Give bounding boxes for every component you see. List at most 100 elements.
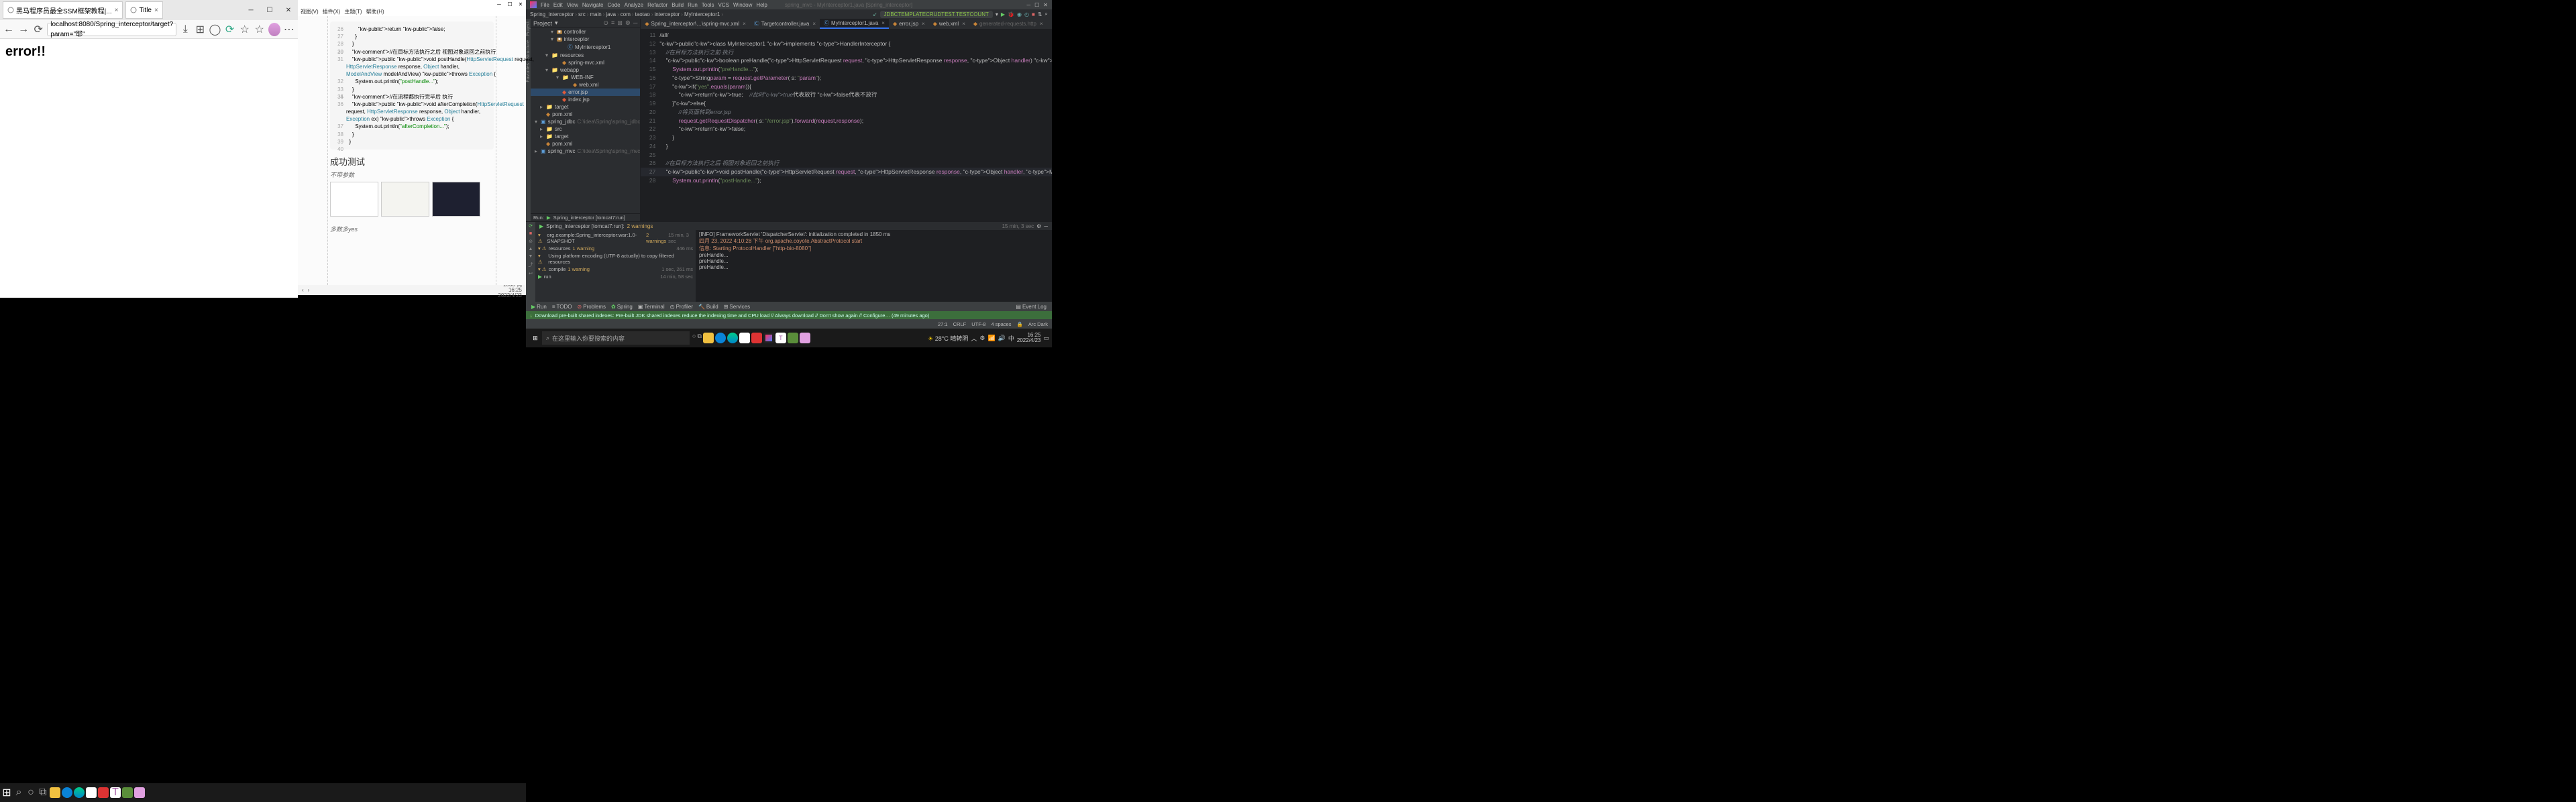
- profile-icon[interactable]: [268, 23, 280, 36]
- file-explorer-icon[interactable]: [703, 333, 714, 343]
- app-icon[interactable]: [763, 333, 774, 343]
- menu-item[interactable]: Build: [672, 2, 684, 8]
- menu-item[interactable]: File: [541, 2, 549, 8]
- line-sep[interactable]: CRLF: [953, 321, 967, 327]
- maximize-button[interactable]: ☐: [1034, 2, 1039, 8]
- star-icon[interactable]: ☆: [239, 23, 251, 36]
- tree-item[interactable]: ▸▣spring_mvc C:\idea\Spring\spring_mvc: [531, 148, 640, 155]
- tree-item[interactable]: ▾📁resources: [531, 52, 640, 59]
- back-button[interactable]: ←: [3, 23, 15, 36]
- notification-icon[interactable]: ▭: [1043, 335, 1049, 342]
- volume-icon[interactable]: 🔊: [998, 335, 1006, 342]
- app-icon[interactable]: [788, 333, 798, 343]
- favorites-stripe[interactable]: Favorites: [526, 63, 531, 82]
- next-icon[interactable]: ›: [308, 287, 310, 293]
- ime-icon[interactable]: 中: [1008, 334, 1014, 343]
- extension-icon[interactable]: ◯: [209, 23, 221, 36]
- menu-item[interactable]: 视图(V): [301, 8, 319, 16]
- expand-icon[interactable]: ⊞: [617, 19, 623, 27]
- word-document[interactable]: 26 "kw-public">return "kw-public">false;…: [298, 16, 526, 285]
- thumbnail[interactable]: [330, 182, 378, 217]
- app-icon[interactable]: T: [775, 333, 786, 343]
- close-icon[interactable]: ×: [154, 7, 158, 14]
- bc-item[interactable]: taotao: [635, 11, 650, 17]
- tree-item[interactable]: ▾■interceptor: [531, 36, 640, 43]
- hide-icon[interactable]: ─: [1044, 223, 1048, 229]
- stop-all-icon[interactable]: ⊘: [529, 239, 533, 244]
- weather-widget[interactable]: ☀ 28°C 晴转阴: [928, 334, 968, 343]
- file-explorer-icon[interactable]: [50, 787, 60, 798]
- minimize-button[interactable]: ─: [241, 3, 260, 17]
- editor-tab[interactable]: ◆web.xml×: [929, 19, 969, 29]
- gear-icon[interactable]: ⚙: [625, 19, 631, 27]
- menu-item[interactable]: Navigate: [582, 2, 604, 8]
- forward-button[interactable]: →: [17, 23, 30, 36]
- app-icon[interactable]: [122, 787, 133, 798]
- cursor-pos[interactable]: 27:1: [938, 321, 948, 327]
- bc-item[interactable]: interceptor: [654, 11, 680, 17]
- tree-item[interactable]: ▸📁target: [531, 133, 640, 140]
- chevron-up-icon[interactable]: ︿: [971, 334, 977, 343]
- tool-problems[interactable]: ⊘Problems: [577, 304, 606, 310]
- vcs-icon[interactable]: ⇅: [1038, 11, 1042, 17]
- taskview-icon[interactable]: ⧉: [38, 787, 48, 798]
- tool-spring[interactable]: ✿Spring: [611, 304, 633, 310]
- cortana-icon[interactable]: ○: [25, 787, 36, 798]
- code-editor[interactable]: 11/all/12"c-kw">public "c-kw">class MyIn…: [641, 30, 1052, 221]
- tree-item[interactable]: ▾📁WEB-INF: [531, 74, 640, 81]
- run-tree-row[interactable]: ▶run14 min, 58 sec: [537, 273, 694, 280]
- menu-item[interactable]: Tools: [702, 2, 714, 8]
- taskbar-search[interactable]: ⌕ 在这里输入你要搜索的内容: [542, 331, 690, 345]
- collapse-icon[interactable]: ≡: [611, 19, 614, 27]
- run-tab-label[interactable]: Spring_interceptor [tomcat7:run]: [553, 215, 625, 221]
- menu-item[interactable]: 插件(X): [323, 8, 341, 16]
- up-icon[interactable]: ▲: [529, 247, 533, 251]
- project-stripe[interactable]: Project: [526, 21, 531, 36]
- tray-icon[interactable]: ⚙: [979, 335, 985, 342]
- rerun-button[interactable]: ⟳: [529, 223, 533, 229]
- editor-tab[interactable]: ◆generated-requests.http×: [969, 19, 1047, 29]
- tree-body[interactable]: ▾■controller▾■interceptorⒸMyInterceptor1…: [531, 28, 640, 213]
- edge-icon[interactable]: [727, 333, 738, 343]
- tool-run[interactable]: ▶Run: [531, 304, 547, 310]
- menu-icon[interactable]: ⋯: [283, 23, 295, 36]
- menu-item[interactable]: Analyze: [625, 2, 643, 8]
- dropdown-icon[interactable]: ▾: [555, 19, 558, 27]
- run-tree[interactable]: ▾ ⚠org.example:Spring_interceptor:war:1.…: [535, 230, 696, 302]
- edge-icon[interactable]: [74, 787, 85, 798]
- notification-bar[interactable]: ↓ Download pre-built shared indexes: Pre…: [526, 311, 1052, 319]
- menu-item[interactable]: Refactor: [647, 2, 667, 8]
- stop-button[interactable]: ■: [1032, 11, 1035, 17]
- tree-item[interactable]: ◆web.xml: [531, 81, 640, 89]
- tree-item[interactable]: ◆index.jsp: [531, 96, 640, 103]
- menu-item[interactable]: Window: [733, 2, 752, 8]
- editor-tab[interactable]: ◆Spring_interceptor\…\spring-mvc.xml×: [641, 19, 749, 29]
- close-icon[interactable]: ×: [115, 7, 119, 14]
- menu-item[interactable]: Code: [607, 2, 620, 8]
- lock-icon[interactable]: 🔒: [1016, 321, 1022, 327]
- run-name[interactable]: Spring_interceptor [tomcat7:run]:: [546, 223, 625, 229]
- app-icon[interactable]: [751, 333, 762, 343]
- minimize-button[interactable]: ─: [1026, 2, 1030, 8]
- app-icon[interactable]: [134, 787, 145, 798]
- download-icon[interactable]: ⤓: [179, 23, 191, 36]
- run-button[interactable]: ▶: [1001, 11, 1005, 17]
- editor-tab[interactable]: ⒸTargetcontroller.java×: [750, 19, 820, 29]
- browser-tab-1[interactable]: 黑马程序员最全SSM框架教程|... ×: [3, 1, 123, 19]
- app-icon[interactable]: T: [110, 787, 121, 798]
- tool-todo[interactable]: ≡TODO: [552, 304, 572, 310]
- structure-stripe[interactable]: Structure: [526, 40, 531, 59]
- tree-item[interactable]: ◆error.jsp: [531, 89, 640, 96]
- tree-item[interactable]: ⒸMyInterceptor1: [531, 43, 640, 52]
- tree-item[interactable]: ▾▣spring_jdbc C:\idea\Spring\spring_jdbc: [531, 118, 640, 125]
- bc-item[interactable]: Spring_interceptor: [530, 11, 574, 17]
- app-icon[interactable]: [86, 787, 97, 798]
- menu-item[interactable]: Run: [688, 2, 698, 8]
- tree-item[interactable]: ▸📁src: [531, 125, 640, 133]
- maximize-button[interactable]: ☐: [504, 0, 515, 8]
- tool-build[interactable]: 🔨Build: [698, 304, 718, 310]
- hide-icon[interactable]: ─: [633, 19, 637, 27]
- export-icon[interactable]: ⤴: [529, 262, 533, 268]
- editor-tab[interactable]: ◆error.jsp×: [889, 19, 929, 29]
- debug-button[interactable]: 🐞: [1008, 11, 1014, 17]
